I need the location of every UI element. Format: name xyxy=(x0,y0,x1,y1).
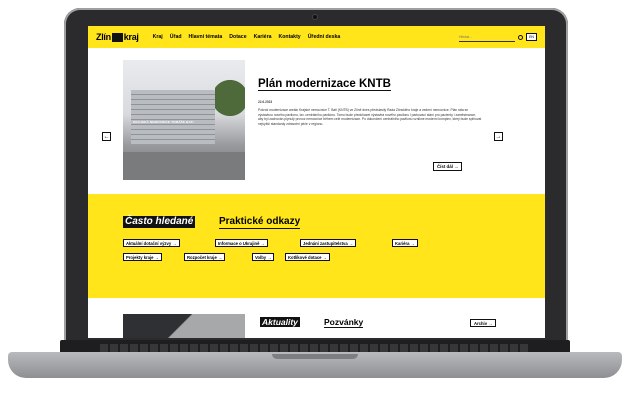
nav-item-dotace[interactable]: Dotace xyxy=(229,34,246,40)
practical-links-title[interactable]: Praktické odkazy xyxy=(219,216,301,229)
search: EN xyxy=(459,32,537,42)
hero-image: KRAJSKÁ NEMOCNICE TOMÁŠE BATI xyxy=(123,60,245,180)
main-nav: Kraj Úřad Hlavní témata Dotace Kariéra K… xyxy=(153,34,341,40)
chip-projekty[interactable]: Projekty kraje → xyxy=(123,253,162,261)
often-searched-title: Často hledané xyxy=(123,216,196,228)
chip-volby[interactable]: Volby → xyxy=(252,253,275,261)
building-sign: KRAJSKÁ NEMOCNICE TOMÁŠE BATI xyxy=(133,120,194,124)
hero-title[interactable]: Plán modernizace KNTB xyxy=(258,78,391,91)
nav-item-urad[interactable]: Úřad xyxy=(170,34,182,40)
logo-text-left: Zlín xyxy=(96,32,111,42)
hospital-building xyxy=(131,90,215,144)
news-title[interactable]: Aktuality xyxy=(260,317,300,327)
language-button[interactable]: EN xyxy=(526,33,537,41)
carousel-prev-button[interactable]: ← xyxy=(102,132,111,141)
search-input[interactable] xyxy=(459,32,515,42)
camera-icon xyxy=(312,14,318,20)
nav-item-kariera[interactable]: Kariéra xyxy=(254,34,272,40)
news-image xyxy=(123,314,245,338)
screen: Zlín kraj Kraj Úřad Hlavní témata Dotace… xyxy=(88,26,545,338)
tree xyxy=(215,70,245,140)
nav-item-kraj[interactable]: Kraj xyxy=(153,34,163,40)
chip-zastupitelstvo[interactable]: Jednání zastupitelstva → xyxy=(300,239,357,247)
chip-kariera[interactable]: Kariéra → xyxy=(392,239,418,247)
carousel-next-button[interactable]: → xyxy=(494,132,503,141)
search-icon[interactable] xyxy=(518,34,523,40)
archive-button[interactable]: Archiv → xyxy=(470,319,497,327)
often-searched-section: Často hledané Praktické odkazy Aktuální … xyxy=(88,194,545,298)
ground xyxy=(123,152,245,180)
nav-item-hlavni-temata[interactable]: Hlavní témata xyxy=(189,34,223,40)
hero-text: Pokrok modernizace areálu Krajské nemocn… xyxy=(258,108,482,126)
nav-item-kontakty[interactable]: Kontakty xyxy=(278,34,300,40)
chip-rozpocet[interactable]: Rozpočet kraje → xyxy=(184,253,226,261)
invites-title[interactable]: Pozvánky xyxy=(324,317,364,328)
hero-date: 22.6.2023 xyxy=(258,100,273,104)
chip-kotlikove-dotace[interactable]: Kotlíkové dotace → xyxy=(285,253,330,261)
nav-item-uredni-deska[interactable]: Úřední deska xyxy=(308,34,341,40)
site-header: Zlín kraj Kraj Úřad Hlavní témata Dotace… xyxy=(88,26,545,48)
read-more-button[interactable]: Číst dál → xyxy=(433,162,463,171)
laptop-notch xyxy=(272,354,358,359)
chip-dotacni-vyzvy[interactable]: Aktuální dotační výzvy → xyxy=(123,239,180,247)
logo-text-right: kraj xyxy=(123,32,139,42)
logo[interactable]: Zlín kraj xyxy=(96,32,139,42)
chip-ukrajina[interactable]: Informace o Ukrajině → xyxy=(215,239,268,247)
logo-mark-icon xyxy=(111,32,123,42)
